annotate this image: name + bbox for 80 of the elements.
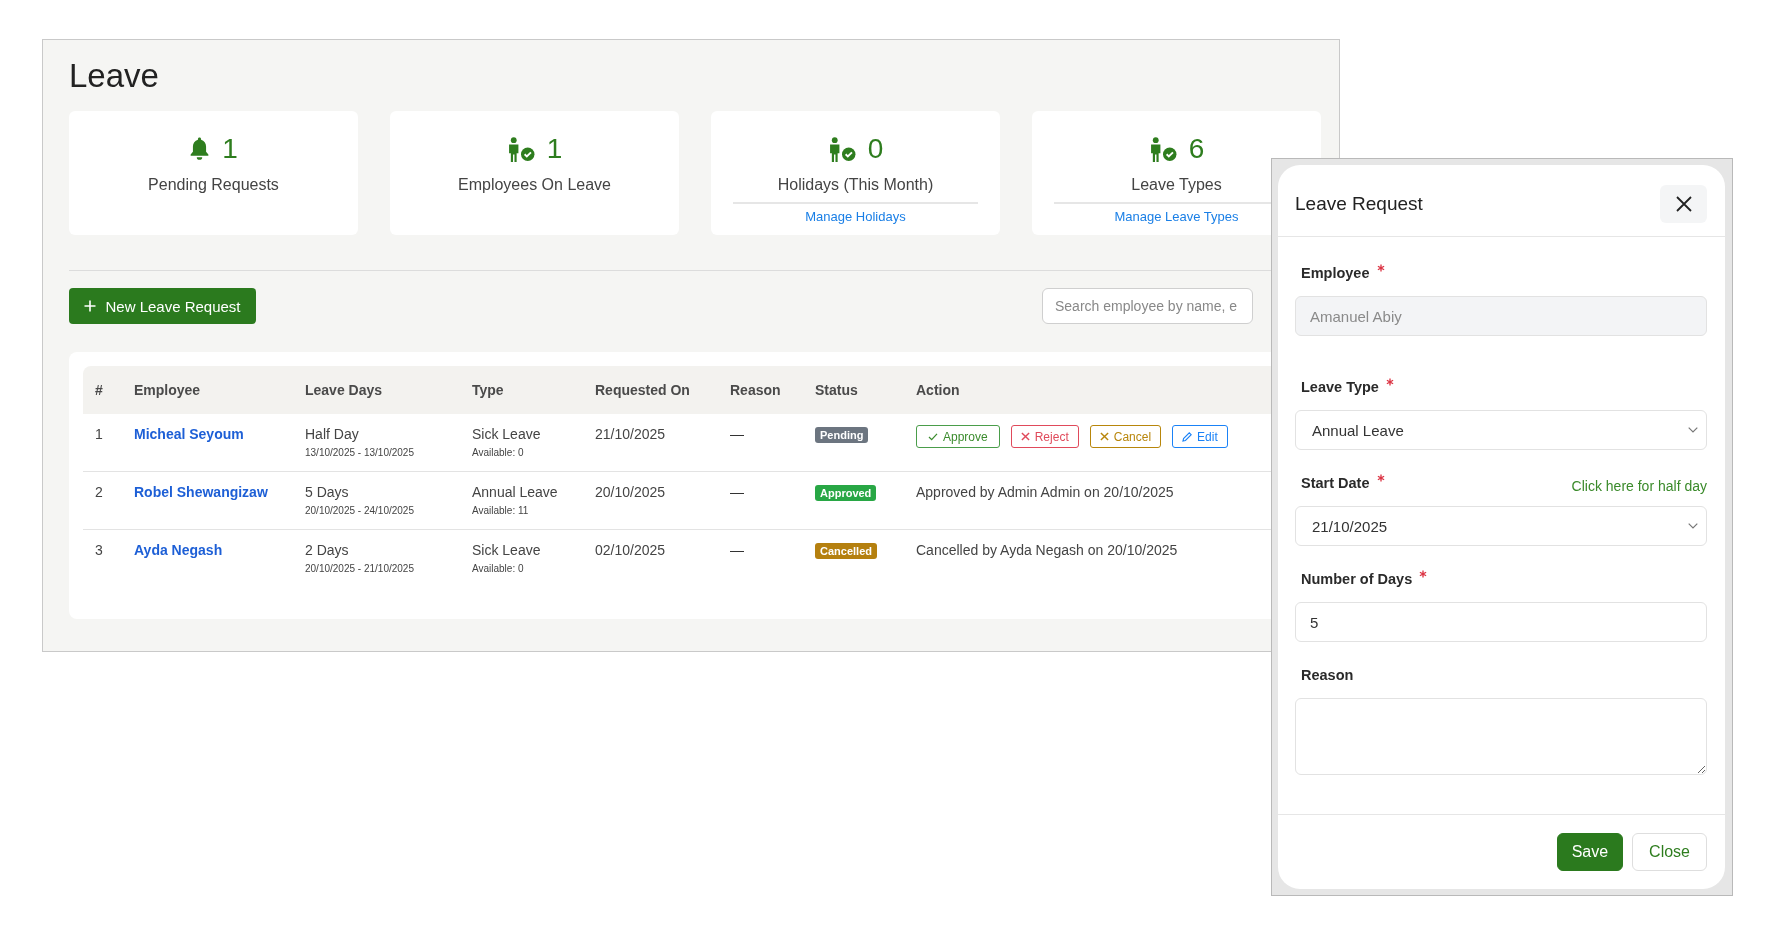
column-header: Type (472, 381, 504, 399)
column-header: Leave Days (305, 381, 383, 399)
leave-type: Annual Leave (472, 483, 558, 502)
row-number: 2 (95, 483, 103, 502)
chevron-down-icon (1688, 427, 1698, 433)
submit-button[interactable]: Save (1556, 833, 1624, 871)
field-label: Number of Days (1301, 570, 1413, 589)
status-badge: Approved (815, 485, 877, 501)
date-range: 13/10/2025 - 13/10/2025 (305, 446, 414, 460)
leave-duration: 5 Days (305, 483, 349, 502)
stat-label: Holidays (This Month) (777, 175, 934, 195)
reason-text: — (730, 425, 744, 444)
option-link[interactable]: Click here for half day (1571, 478, 1707, 494)
input-field[interactable]: 5 (1295, 602, 1707, 642)
chevron-down-icon (1688, 523, 1698, 529)
person-check-icon (827, 136, 856, 162)
requested-date: 20/10/2025 (595, 483, 666, 502)
leave-duration: Half Day (305, 425, 359, 444)
field-label: Employee (1301, 264, 1370, 283)
action-note: Approved by Admin Admin on 20/10/2025 (916, 483, 1174, 502)
stat-label: Employees On Leave (458, 175, 611, 195)
reason-text: — (730, 483, 744, 502)
manage-link[interactable]: Manage Leave Types (1114, 209, 1239, 225)
employee-link[interactable]: Ayda Negash (134, 540, 223, 560)
column-header: Reason (730, 381, 781, 399)
cancel-button[interactable]: Cancel (1089, 425, 1162, 448)
new-request-button[interactable]: New Leave Request (69, 288, 256, 324)
stat-value: 1 (222, 133, 238, 165)
column-header: Status (815, 381, 858, 399)
available-balance: Available: 0 (472, 562, 524, 576)
textarea-field[interactable] (1295, 698, 1707, 775)
person-check-icon (1148, 136, 1177, 162)
edit-button[interactable]: Edit (1172, 425, 1228, 448)
date-range: 20/10/2025 - 21/10/2025 (305, 562, 414, 576)
dropdown-field[interactable]: Annual Leave (1295, 410, 1707, 450)
check-icon (928, 432, 938, 441)
stat-label: Leave Types (1131, 175, 1222, 195)
available-balance: Available: 11 (472, 504, 529, 518)
status-badge: Cancelled (815, 543, 877, 559)
manage-link[interactable]: Manage Holidays (805, 209, 906, 225)
dismiss-button[interactable]: Close (1632, 833, 1707, 871)
field-label: Reason (1301, 666, 1354, 685)
person-check-icon (506, 136, 535, 162)
stat-value: 0 (867, 133, 884, 165)
requested-date: 21/10/2025 (595, 425, 666, 444)
bell-icon (189, 137, 211, 161)
row-number: 3 (95, 541, 103, 560)
status-badge: Pending (815, 427, 869, 443)
leave-duration: 2 Days (305, 541, 349, 560)
reason-text: — (730, 541, 744, 560)
stat-label: Pending Requests (148, 175, 279, 195)
available-balance: Available: 0 (472, 446, 524, 460)
cross-icon (1020, 432, 1030, 441)
pencil-icon (1182, 431, 1193, 442)
close-button[interactable] (1660, 184, 1707, 223)
dropdown-field[interactable]: 21/10/2025 (1295, 506, 1707, 546)
approve-button[interactable]: Approve (916, 425, 1000, 448)
page-title: Leave (69, 56, 160, 96)
date-range: 20/10/2025 - 24/10/2025 (305, 504, 414, 518)
row-number: 1 (95, 425, 103, 444)
stat-value: 1 (546, 133, 563, 165)
reject-button[interactable]: Reject (1010, 425, 1079, 448)
requested-date: 02/10/2025 (595, 541, 666, 560)
employee-link[interactable]: Robel Shewangizaw (134, 482, 268, 502)
column-header: Action (916, 381, 960, 399)
column-header: Requested On (595, 381, 690, 399)
action-note: Cancelled by Ayda Negash on 20/10/2025 (916, 541, 1178, 560)
field-label: Start Date (1301, 474, 1370, 493)
close-icon (1675, 195, 1692, 212)
employee-link[interactable]: Micheal Seyoum (134, 424, 244, 444)
stat-value: 6 (1188, 133, 1205, 165)
leave-type: Sick Leave (472, 541, 541, 560)
column-header: # (95, 381, 103, 399)
search-field[interactable]: Search employee by name, e (1042, 288, 1253, 324)
column-header: Employee (134, 381, 201, 399)
cross-icon (1099, 432, 1109, 441)
dialog-title: Leave Request (1295, 192, 1423, 215)
plus-icon (84, 300, 97, 312)
field-label: Leave Type (1301, 378, 1379, 397)
leave-type: Sick Leave (472, 425, 541, 444)
